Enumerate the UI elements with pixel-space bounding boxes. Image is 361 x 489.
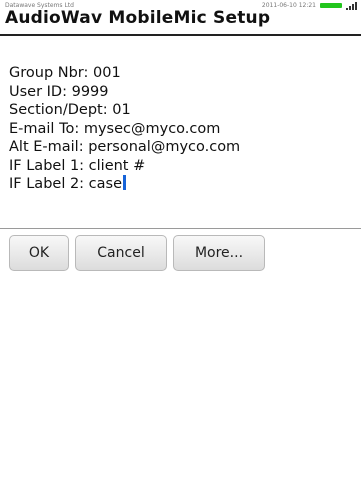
if-label-2-line[interactable]: IF Label 2: case (9, 175, 240, 194)
cancel-button[interactable]: Cancel (75, 235, 167, 271)
content-divider (0, 228, 361, 229)
signal-icon (346, 1, 357, 10)
settings-text-area[interactable]: Group Nbr: 001 User ID: 9999 Section/Dep… (9, 64, 240, 194)
battery-icon (320, 3, 342, 8)
section-dept-line[interactable]: Section/Dept: 01 (9, 101, 240, 120)
ok-button[interactable]: OK (9, 235, 69, 271)
email-to-line[interactable]: E-mail To: mysec@myco.com (9, 120, 240, 139)
alt-email-line[interactable]: Alt E-mail: personal@myco.com (9, 138, 240, 157)
title-divider (0, 34, 361, 36)
user-id-line[interactable]: User ID: 9999 (9, 83, 240, 102)
if-label-2-text[interactable]: IF Label 2: case (9, 176, 122, 192)
more-button[interactable]: More... (173, 235, 265, 271)
page-title: AudioWav MobileMic Setup (5, 8, 271, 28)
status-indicators: 2011-06-10 12:21 (262, 1, 357, 10)
group-number-line[interactable]: Group Nbr: 001 (9, 64, 240, 83)
if-label-1-line[interactable]: IF Label 1: client # (9, 157, 240, 176)
button-row: OK Cancel More... (9, 235, 265, 271)
text-cursor (123, 175, 127, 190)
